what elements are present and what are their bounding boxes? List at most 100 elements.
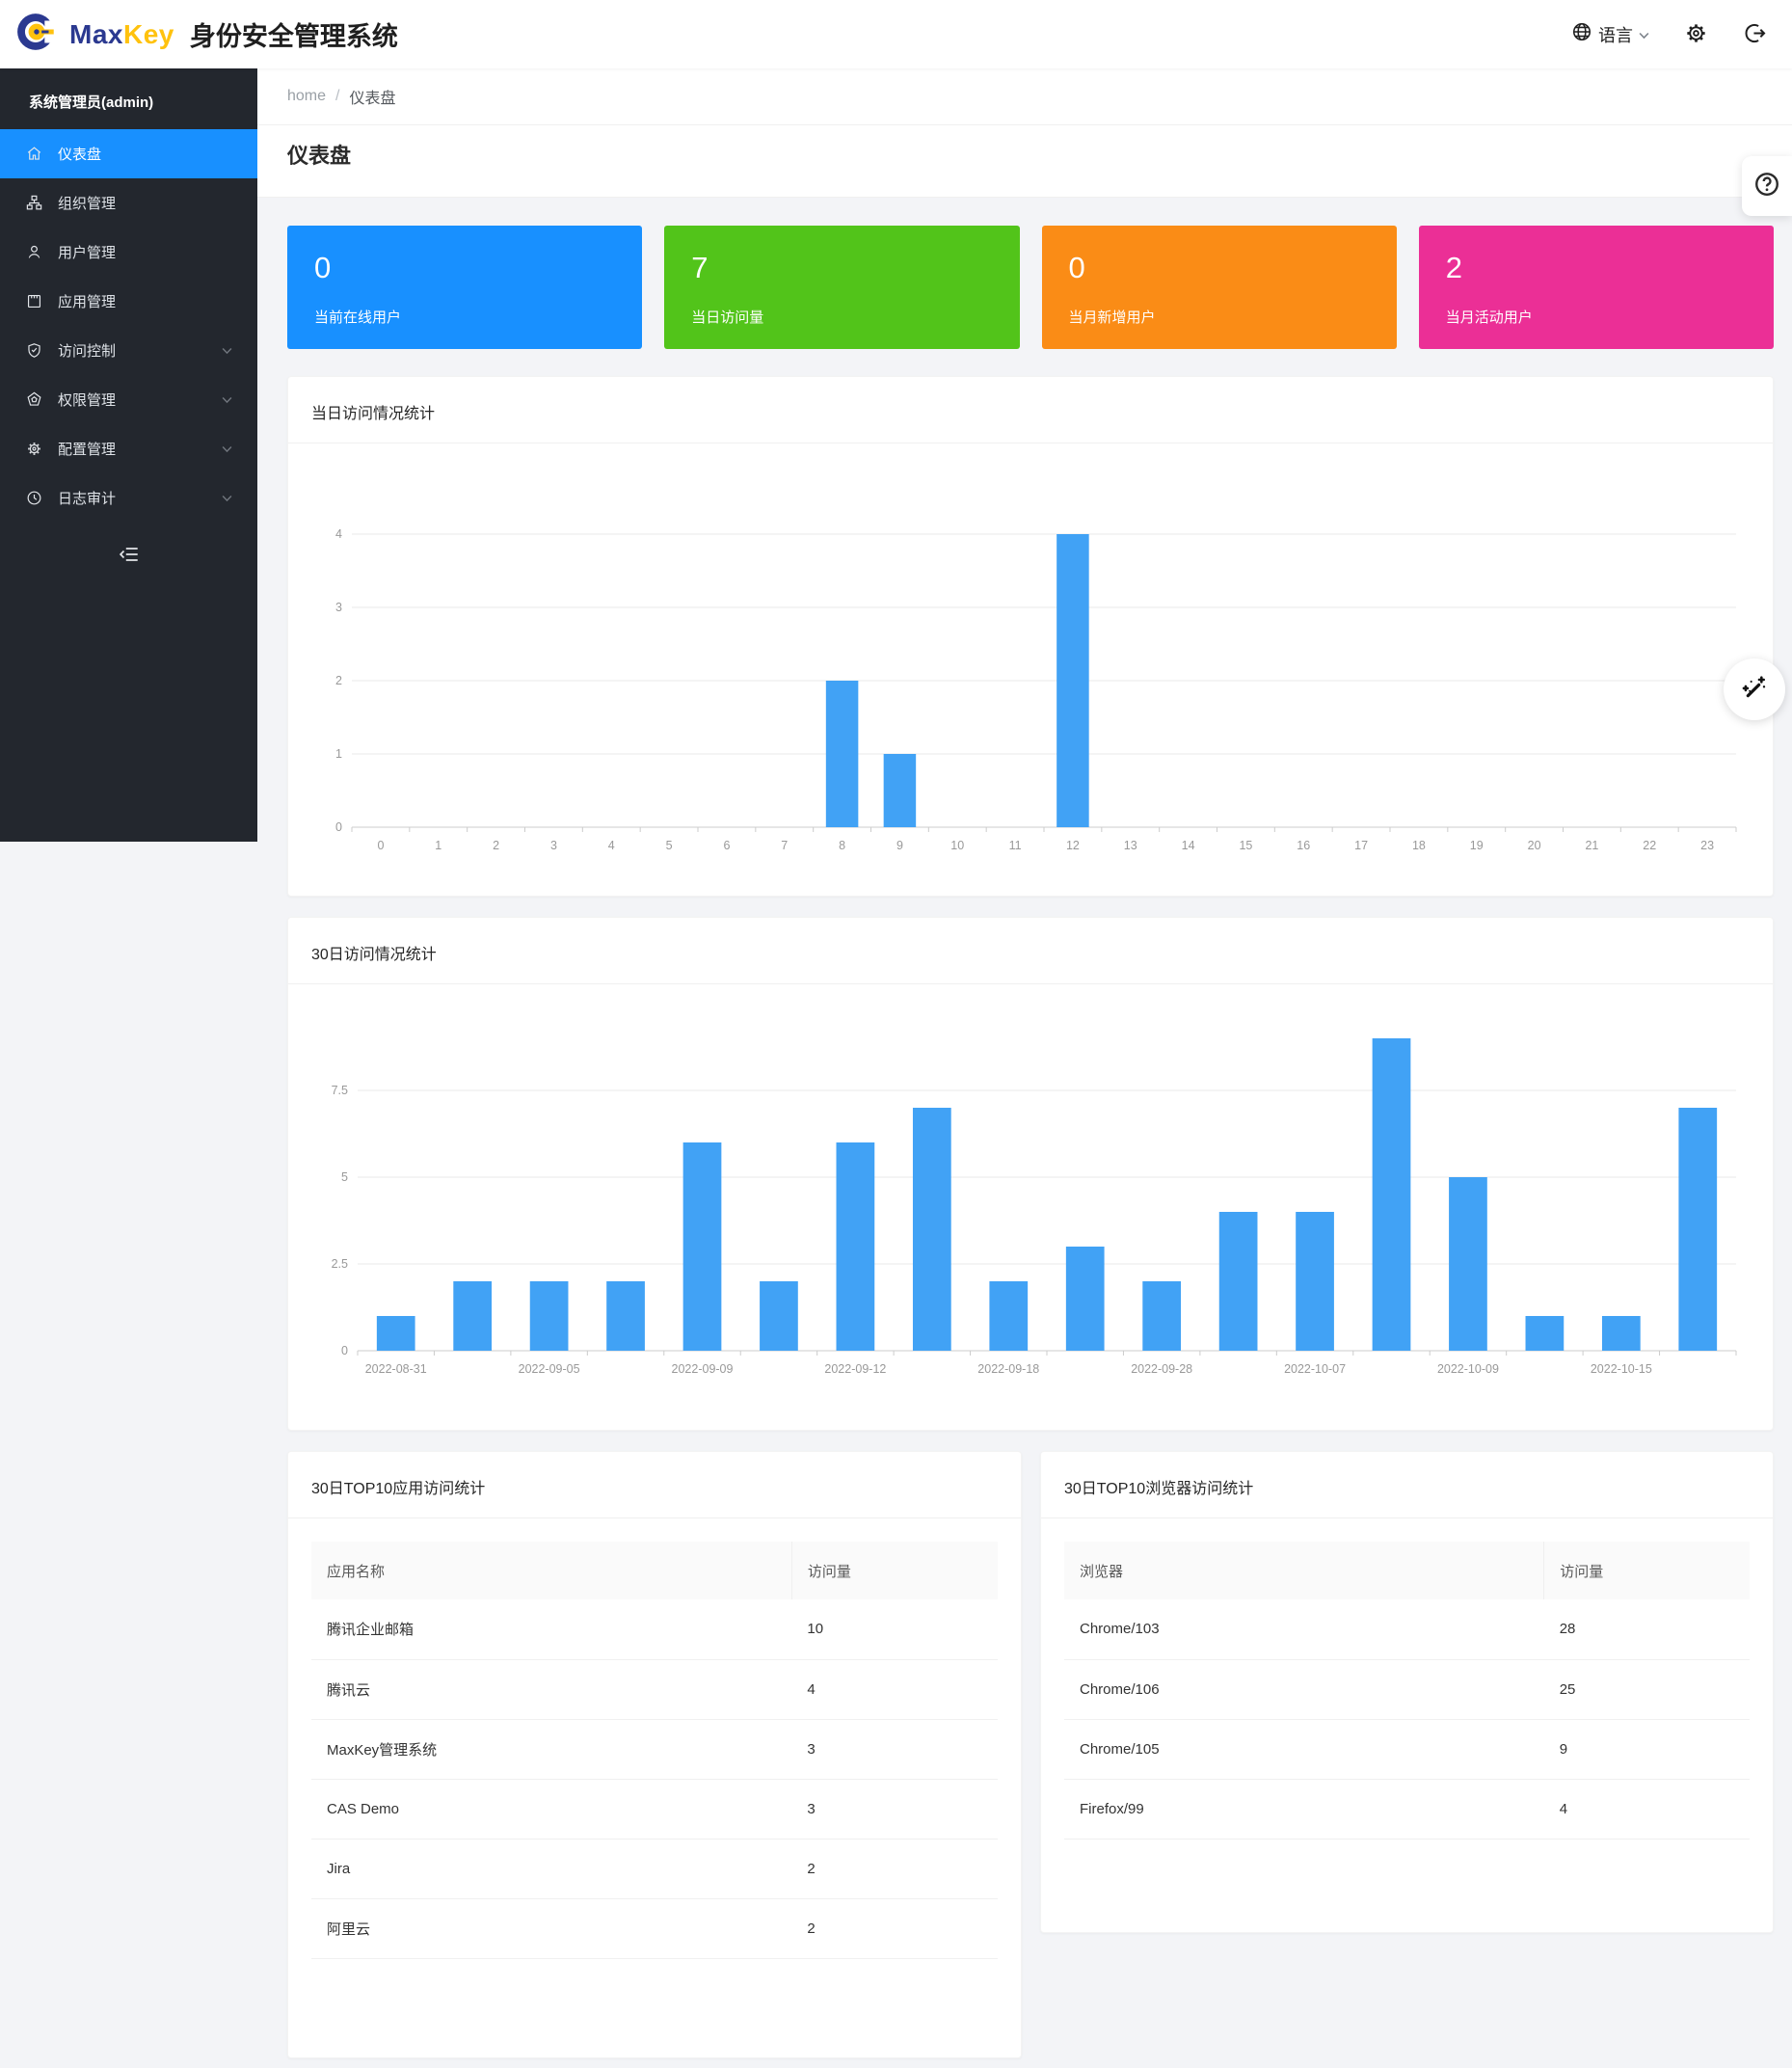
stat-label: 当日访问量 [691,307,1019,327]
breadcrumb-current: 仪表盘 [349,85,395,108]
top10-browsers-table: 浏览器访问量Chrome/10328Chrome/10625Chrome/105… [1041,1518,1773,1863]
svg-text:2022-09-28: 2022-09-28 [1131,1362,1192,1376]
table-cell-count: 3 [791,1719,998,1779]
svg-text:0: 0 [341,1344,348,1357]
question-circle-icon [1752,170,1781,203]
sidebar: 系统管理员(admin) 仪表盘组织管理用户管理应用管理访问控制权限管理配置管理… [0,68,257,842]
sidebar-item-configuration[interactable]: 配置管理 [0,424,257,473]
svg-text:0: 0 [377,839,384,852]
help-button[interactable] [1742,156,1792,216]
sidebar-item-label: 访问控制 [58,340,222,361]
table-cell-count: 10 [791,1599,998,1659]
table-row: CAS Demo3 [311,1779,998,1839]
svg-text:2022-08-31: 2022-08-31 [365,1362,427,1376]
chevron-down-icon [1639,24,1649,44]
dashboard-content: 0当前在线用户7当日访问量0当月新增用户2当月活动用户 当日访问情况统计 012… [257,198,1792,2068]
breadcrumb: home / 仪表盘 [257,68,1792,125]
tables-row: 30日TOP10应用访问统计 应用名称访问量腾讯企业邮箱10腾讯云4MaxKey… [287,1451,1774,2068]
table-row: Chrome/1059 [1064,1719,1750,1779]
table-title: 30日TOP10应用访问统计 [288,1452,1021,1517]
audit-log-icon [25,489,43,507]
stat-label: 当月活动用户 [1446,307,1774,327]
table-row: Jira2 [311,1839,998,1898]
sidebar-item-label: 仪表盘 [58,144,232,164]
svg-text:10: 10 [950,839,964,852]
table-row: MaxKey管理系统3 [311,1719,998,1779]
page-title: 仪表盘 [257,125,1792,170]
daily-visits-chart: 0123401234567891011121314151617181920212… [288,443,1773,894]
svg-text:2: 2 [335,674,342,687]
chevron-down-icon [222,396,232,404]
sidebar-item-label: 权限管理 [58,389,222,410]
stat-card-0: 0当前在线用户 [287,226,642,349]
language-menu[interactable]: 语言 [1571,21,1649,47]
svg-text:1: 1 [335,747,342,761]
svg-text:8: 8 [839,839,845,852]
table-cell-name: 腾讯云 [311,1659,791,1719]
sidebar-item-dashboard[interactable]: 仪表盘 [0,129,257,178]
table-title: 30日TOP10浏览器访问统计 [1041,1452,1773,1517]
sidebar-item-access-control[interactable]: 访问控制 [0,326,257,375]
table-cell-count: 2 [791,1898,998,1958]
svg-text:20: 20 [1528,839,1541,852]
brand: MaxKey 身份安全管理系统 [15,10,398,59]
sidebar-item-users[interactable]: 用户管理 [0,228,257,277]
svg-text:15: 15 [1239,839,1252,852]
svg-text:3: 3 [335,601,342,614]
bar-chart-svg: 0123401234567891011121314151617181920212… [311,443,1752,889]
sidebar-item-applications[interactable]: 应用管理 [0,277,257,326]
table-cell-count: 4 [791,1659,998,1719]
chart-title: 30日访问情况统计 [288,918,1773,983]
svg-text:1: 1 [435,839,441,852]
stats-table: 浏览器访问量Chrome/10328Chrome/10625Chrome/105… [1064,1542,1750,1840]
menu-fold-button[interactable] [0,536,257,577]
table-cell-name: 阿里云 [311,1898,791,1958]
language-label: 语言 [1598,22,1633,47]
top10-apps-table: 应用名称访问量腾讯企业邮箱10腾讯云4MaxKey管理系统3CAS Demo3J… [288,1518,1021,1982]
sidebar-item-organization[interactable]: 组织管理 [0,178,257,228]
svg-text:4: 4 [608,839,615,852]
svg-text:2022-10-15: 2022-10-15 [1591,1362,1652,1376]
table-cell-count: 3 [791,1779,998,1839]
svg-text:2022-09-12: 2022-09-12 [824,1362,886,1376]
svg-text:6: 6 [723,839,730,852]
theme-wand-button[interactable] [1724,658,1785,720]
chevron-down-icon [222,347,232,355]
stats-table: 应用名称访问量腾讯企业邮箱10腾讯云4MaxKey管理系统3CAS Demo3J… [311,1542,998,1959]
table-row: 腾讯云4 [311,1659,998,1719]
table-cell-name: Jira [311,1839,791,1898]
breadcrumb-home-link[interactable]: home [287,88,326,105]
globe-icon [1571,21,1592,47]
table-row: Chrome/10625 [1064,1659,1750,1719]
stat-card-3: 2当月活动用户 [1419,226,1774,349]
svg-text:16: 16 [1297,839,1310,852]
svg-text:2022-09-09: 2022-09-09 [672,1362,734,1376]
menu-fold-icon [119,544,140,570]
svg-text:0: 0 [335,820,342,834]
breadcrumb-separator: / [335,88,339,105]
svg-text:2022-09-18: 2022-09-18 [977,1362,1039,1376]
sidebar-item-permissions[interactable]: 权限管理 [0,375,257,424]
app-header: MaxKey 身份安全管理系统 语言 [0,0,1792,68]
app-title: 身份安全管理系统 [190,15,398,53]
svg-text:2022-09-05: 2022-09-05 [519,1362,580,1376]
table-row: Chrome/10328 [1064,1599,1750,1659]
dashboard-icon [25,145,43,163]
column-header: 访问量 [791,1542,998,1599]
stat-value: 0 [314,251,642,285]
sidebar-menu: 仪表盘组织管理用户管理应用管理访问控制权限管理配置管理日志审计 [0,129,257,523]
logout-button[interactable] [1743,21,1767,48]
maxkey-logo-icon [15,10,60,59]
table-cell-name: MaxKey管理系统 [311,1719,791,1779]
svg-text:5: 5 [666,839,673,852]
column-header: 应用名称 [311,1542,791,1599]
sidebar-item-label: 应用管理 [58,291,232,311]
sidebar-item-label: 日志审计 [58,488,222,508]
monthly-visits-chart: 02.557.52022-08-312022-09-052022-09-0920… [288,984,1773,1413]
chart-title: 当日访问情况统计 [288,377,1773,443]
svg-text:18: 18 [1412,839,1426,852]
column-header: 浏览器 [1064,1542,1544,1599]
sidebar-item-audit-log[interactable]: 日志审计 [0,473,257,523]
settings-button[interactable] [1684,21,1708,48]
svg-text:23: 23 [1700,839,1714,852]
